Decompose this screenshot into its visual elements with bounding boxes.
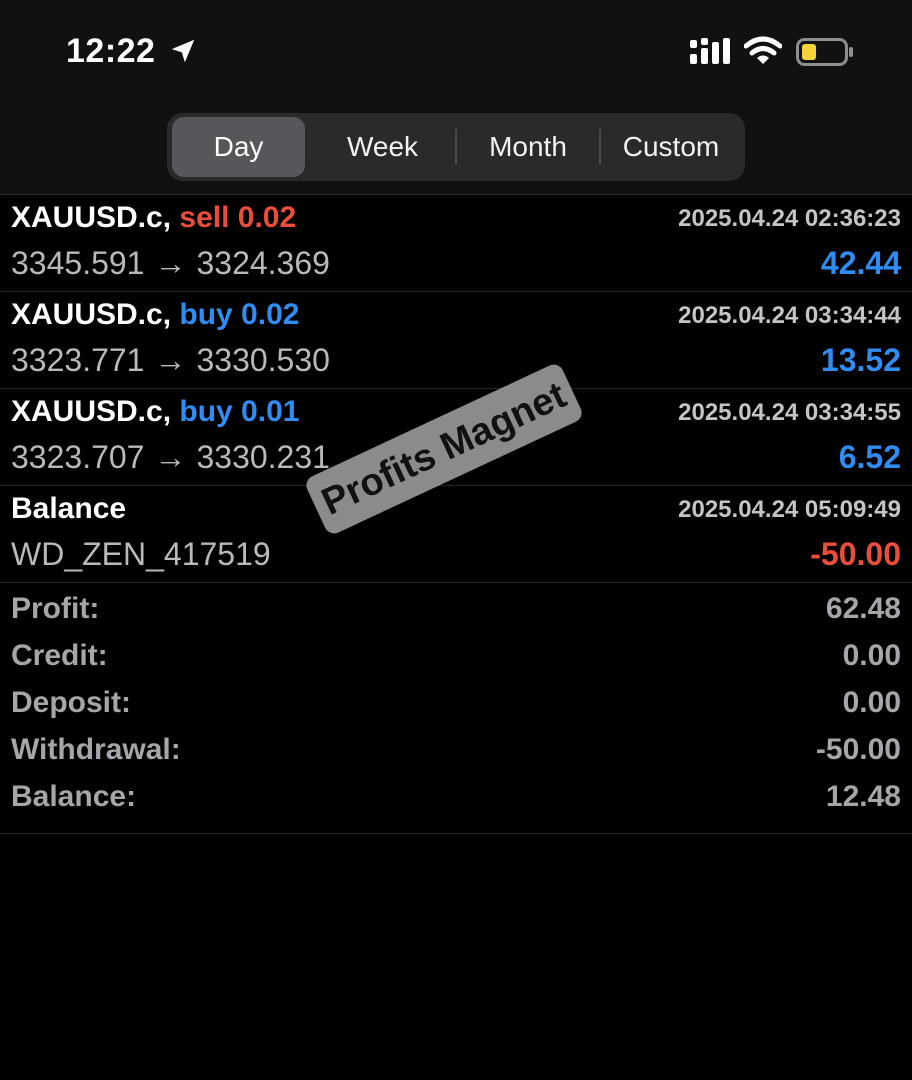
header: Day Week Month Custom — [0, 100, 912, 195]
open-price: 3323.707 — [11, 439, 145, 475]
status-bar: 12:22 — [0, 0, 912, 100]
close-price: 3330.231 — [196, 439, 330, 475]
deal-side-volume: buy 0.02 — [179, 298, 300, 331]
balance-amount: -50.00 — [810, 536, 901, 572]
balance-datetime: 2025.04.24 05:09:49 — [678, 496, 901, 523]
wifi-icon — [744, 36, 782, 64]
symbol-name: XAUUSD.c, — [11, 201, 172, 234]
cellular-signal-icon — [690, 38, 730, 64]
deal-side-volume: buy 0.01 — [179, 395, 300, 428]
deal-datetime: 2025.04.24 02:36:23 — [678, 205, 901, 232]
summary-value: -50.00 — [815, 733, 901, 766]
summary-row-withdrawal: Withdrawal: -50.00 — [0, 729, 912, 776]
right-arrow-icon: → — [154, 439, 187, 475]
open-price: 3323.771 — [11, 342, 145, 378]
deal-symbol: XAUUSD.c, sell 0.02 — [11, 201, 296, 235]
summary-section: Profit: 62.48 Credit: 0.00 Deposit: 0.00… — [0, 588, 912, 834]
deal-profit: 13.52 — [820, 342, 901, 378]
symbol-name: XAUUSD.c, — [11, 298, 172, 331]
tab-custom[interactable]: Custom — [601, 117, 741, 177]
summary-label: Withdrawal: — [11, 733, 181, 766]
summary-row-profit: Profit: 62.48 — [0, 588, 912, 635]
deal-prices: 3345.591 → 3324.369 — [11, 245, 330, 282]
summary-label: Profit: — [11, 592, 100, 625]
deal-datetime: 2025.04.24 03:34:44 — [678, 302, 901, 329]
deal-row[interactable]: XAUUSD.c, sell 0.02 2025.04.24 02:36:23 … — [0, 195, 912, 292]
summary-value: 12.48 — [825, 780, 901, 813]
right-arrow-icon: → — [154, 342, 187, 378]
summary-row-balance: Balance: 12.48 — [0, 776, 912, 823]
history-list: XAUUSD.c, sell 0.02 2025.04.24 02:36:23 … — [0, 195, 912, 583]
location-arrow-icon — [171, 39, 195, 63]
close-price: 3330.530 — [196, 342, 330, 378]
deal-side-volume: sell 0.02 — [179, 201, 297, 234]
status-time: 12:22 — [66, 32, 156, 70]
deal-profit: 6.52 — [838, 439, 901, 475]
summary-label: Balance: — [11, 780, 137, 813]
summary-value: 62.48 — [825, 592, 901, 625]
deal-prices: 3323.771 → 3330.530 — [11, 342, 330, 379]
period-segmented-control: Day Week Month Custom — [167, 113, 745, 181]
summary-label: Credit: — [11, 639, 108, 672]
summary-row-deposit: Deposit: 0.00 — [0, 682, 912, 729]
summary-value: 0.00 — [842, 639, 901, 672]
summary-value: 0.00 — [842, 686, 901, 719]
battery-low-icon — [796, 38, 853, 66]
deal-prices: 3323.707 → 3330.231 — [11, 439, 330, 476]
balance-comment: WD_ZEN_417519 — [11, 536, 271, 572]
right-arrow-icon: → — [154, 245, 187, 281]
symbol-name: XAUUSD.c, — [11, 395, 172, 428]
summary-label: Deposit: — [11, 686, 131, 719]
tab-day[interactable]: Day — [172, 117, 305, 177]
deal-symbol: XAUUSD.c, buy 0.02 — [11, 298, 299, 332]
tab-month[interactable]: Month — [457, 117, 599, 177]
deal-datetime: 2025.04.24 03:34:55 — [678, 399, 901, 426]
open-price: 3345.591 — [11, 245, 145, 281]
close-price: 3324.369 — [196, 245, 330, 281]
summary-row-credit: Credit: 0.00 — [0, 635, 912, 682]
deal-profit: 42.44 — [820, 245, 901, 281]
tab-week[interactable]: Week — [310, 117, 455, 177]
deal-row[interactable]: XAUUSD.c, buy 0.02 2025.04.24 03:34:44 3… — [0, 292, 912, 389]
deal-symbol: XAUUSD.c, buy 0.01 — [11, 395, 299, 429]
balance-operation-row[interactable]: Balance 2025.04.24 05:09:49 WD_ZEN_41751… — [0, 486, 912, 583]
balance-title: Balance — [11, 492, 127, 525]
